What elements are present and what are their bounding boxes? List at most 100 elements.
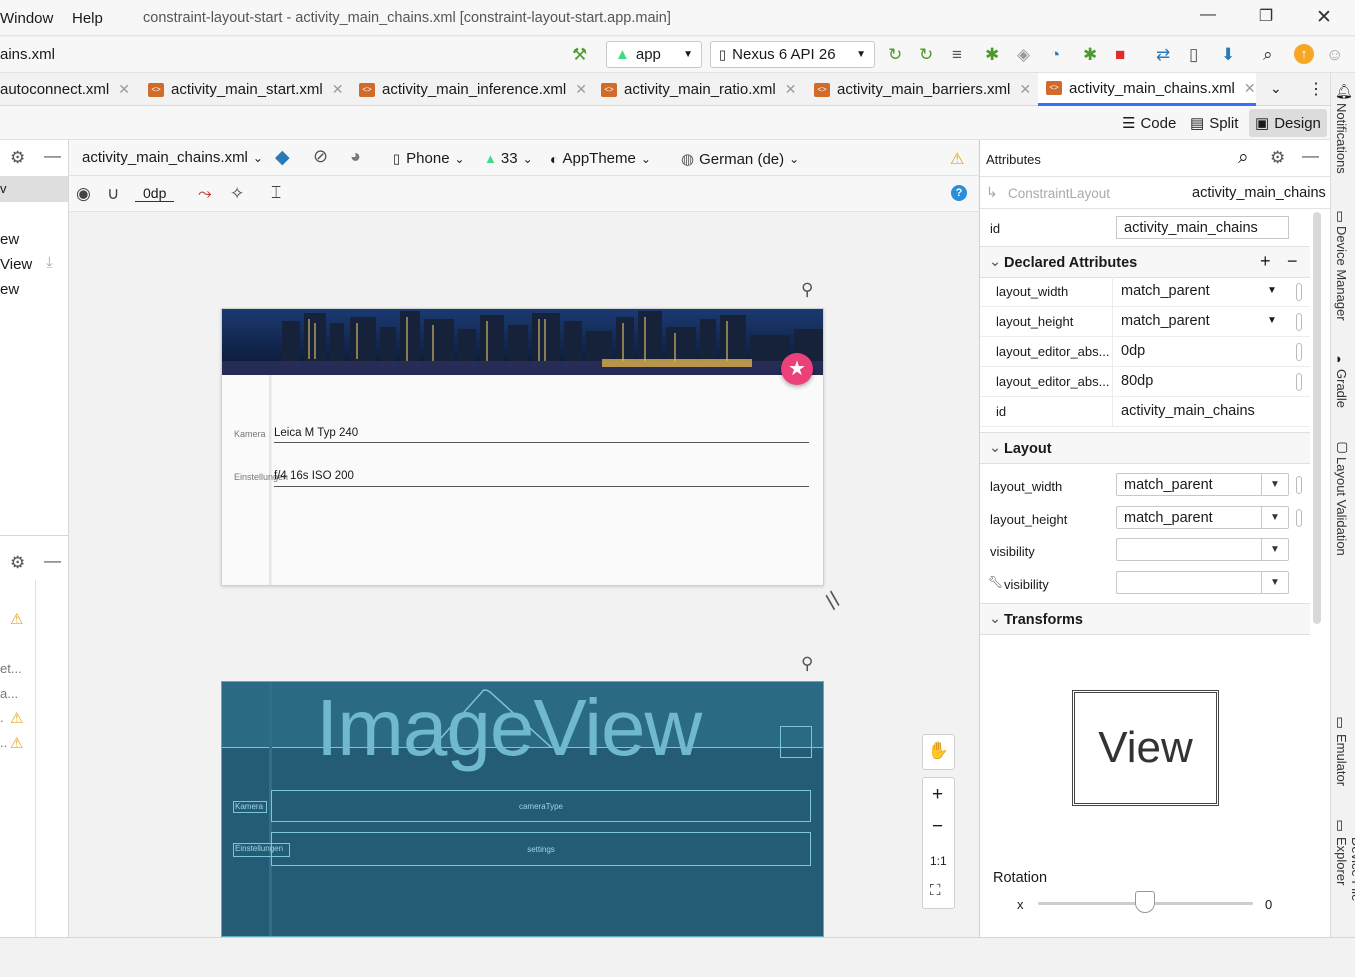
chevron-down-icon[interactable]: ▼ [1267, 315, 1277, 326]
gear-icon[interactable]: ⚙ [1270, 148, 1285, 168]
wrench-icon[interactable]: ⚲ [801, 280, 813, 300]
close-icon[interactable]: ✕ [1311, 6, 1337, 30]
attach-debugger-icon[interactable]: ◈ [1017, 45, 1030, 65]
guidelines-icon[interactable]: ⌶ [271, 183, 281, 203]
design-mode-button[interactable]: ▣ Design [1249, 109, 1327, 137]
zoom-actual-size[interactable]: 1:1 [930, 854, 947, 868]
issue-item[interactable]: a... [0, 686, 18, 701]
tabs-overflow-icon[interactable]: ⌄ [1270, 80, 1282, 97]
design-preview[interactable]: ★ Kamera Leica M Typ 240 Einstellungen f… [221, 308, 824, 586]
resource-picker-icon[interactable] [1296, 343, 1302, 361]
bp-settings-value[interactable]: settings [271, 832, 811, 866]
sdk-manager-icon[interactable]: ⬇ [1221, 45, 1235, 65]
attr-value[interactable]: match_parent [1112, 307, 1310, 337]
favorite-fab[interactable]: ★ [781, 353, 813, 385]
device-file-explorer-tool[interactable]: Device File Explorer [1334, 837, 1355, 953]
gradle-tool[interactable]: Gradle [1334, 369, 1349, 408]
theme-select[interactable]: ◐ AppTheme ⌄ [550, 150, 651, 167]
transforms-section-header[interactable]: ⌄ Transforms [980, 603, 1310, 635]
emulator-tool[interactable]: Emulator [1334, 734, 1349, 786]
device-select[interactable]: ▯ Phone ⌄ [393, 150, 465, 167]
blueprint-fab[interactable] [780, 726, 812, 758]
eye-icon[interactable]: ◉ [76, 184, 91, 204]
hide-icon[interactable]: — [1302, 146, 1319, 166]
tree-item[interactable]: ew [0, 231, 19, 248]
minimize-icon[interactable]: — [1195, 6, 1221, 30]
attr-value[interactable]: activity_main_chains [1112, 397, 1310, 427]
blueprint-preview[interactable]: ImageView Kamera cameraType Einstellunge… [221, 681, 824, 937]
orientation-icon[interactable]: ⊘ [313, 146, 328, 167]
design-surface-layers-icon[interactable]: ◆ [275, 146, 290, 169]
profile-icon[interactable]: ◔ [1050, 45, 1060, 65]
device-select[interactable]: ▯ Nexus 6 API 26 ▼ [710, 41, 875, 68]
locale-select[interactable]: ◍ German (de) ⌄ [681, 150, 799, 169]
gear-icon[interactable]: ⚙ [10, 148, 25, 168]
resize-handle-icon[interactable]: // [820, 587, 847, 614]
resource-picker-icon[interactable] [1296, 283, 1302, 301]
rotation-x-thumb[interactable] [1135, 891, 1155, 913]
hide-icon[interactable]: — [44, 551, 61, 571]
design-canvas[interactable]: ⚲ ★ Kamera Leica M Typ 240 Einstellungen… [69, 212, 978, 937]
device-manager-icon[interactable]: ▯ [1189, 45, 1198, 65]
declared-attributes-header[interactable]: ⌄ Declared Attributes + − [980, 246, 1310, 278]
notifications-tool[interactable]: Notifications [1334, 103, 1349, 174]
wrench-icon[interactable]: ⚲ [801, 654, 813, 674]
menu-window[interactable]: Window [0, 10, 53, 27]
issue-item[interactable]: . [0, 710, 4, 725]
tab-main-chains[interactable]: <> activity_main_chains.xml ✕ [1038, 73, 1256, 106]
pan-button[interactable]: ✋ [922, 734, 955, 770]
issue-item[interactable]: et... [0, 661, 22, 676]
debug-icon[interactable]: ✱ [985, 45, 999, 65]
tab-main-start[interactable]: <> activity_main_start.xml ✕ [148, 73, 343, 106]
declared-row[interactable]: layout_width match_parent ▼ [980, 277, 1310, 307]
search-icon[interactable]: ⌕ [1238, 147, 1249, 169]
search-icon[interactable]: ⌕ [1263, 45, 1273, 65]
resource-picker-icon[interactable] [1296, 313, 1302, 331]
resource-picker-icon[interactable] [1296, 373, 1302, 391]
hide-icon[interactable]: — [44, 146, 61, 166]
chevron-down-icon[interactable]: ▼ [1267, 285, 1277, 296]
close-tab-icon[interactable]: ✕ [1019, 81, 1031, 98]
declared-row[interactable]: layout_height match_parent ▼ [980, 307, 1310, 337]
menu-help[interactable]: Help [72, 10, 103, 27]
apply-code-changes-icon[interactable]: ↻ [919, 45, 933, 65]
visibility-select[interactable]: ▼ [1116, 538, 1289, 561]
build-hammer-icon[interactable]: ⚒ [572, 45, 587, 65]
add-icon[interactable]: + [1260, 251, 1271, 272]
attributes-scrollbar[interactable] [1313, 212, 1321, 624]
attr-value[interactable]: match_parent [1112, 277, 1310, 307]
breadcrumb[interactable]: ains.xml [0, 46, 55, 63]
close-tab-icon[interactable]: ✕ [1244, 80, 1256, 97]
remove-icon[interactable]: − [1287, 251, 1298, 272]
gear-icon[interactable]: ⚙ [10, 553, 25, 573]
tree-item[interactable]: ew [0, 281, 19, 298]
zoom-fit-icon[interactable]: ⛶ [930, 882, 941, 899]
tools-visibility-select[interactable]: ▼ [1116, 571, 1289, 594]
infer-constraints-icon[interactable]: ✧ [230, 184, 244, 204]
clear-constraints-icon[interactable]: ⤳ [198, 184, 212, 204]
id-input[interactable]: activity_main_chains [1116, 216, 1289, 239]
debug-bug-icon[interactable]: ✱ [1083, 45, 1097, 65]
restore-icon[interactable]: ❐ [1253, 6, 1279, 30]
declared-row[interactable]: layout_editor_abs... 0dp [980, 337, 1310, 367]
warning-icon[interactable]: ⚠ [950, 149, 964, 169]
attr-value[interactable]: 80dp [1112, 367, 1310, 397]
resource-picker-icon[interactable] [1296, 509, 1302, 527]
tree-selected-row[interactable]: v [0, 176, 68, 202]
declared-row[interactable]: layout_editor_abs... 80dp [980, 367, 1310, 397]
layout-height-select[interactable]: match_parent ▼ [1116, 506, 1289, 529]
tab-autoconnect[interactable]: autoconnect.xml ✕ [0, 73, 130, 106]
account-icon[interactable]: ☺ [1326, 45, 1343, 65]
close-tab-icon[interactable]: ✕ [332, 81, 344, 98]
tab-main-barriers[interactable]: <> activity_main_barriers.xml ✕ [814, 73, 1031, 106]
tab-main-inference[interactable]: <> activity_main_inference.xml ✕ [359, 73, 587, 106]
api-select[interactable]: ▲ 33 ⌄ [484, 150, 533, 167]
magnet-icon[interactable]: ∪ [107, 184, 119, 204]
split-mode-button[interactable]: ▤ Split [1190, 111, 1238, 135]
night-mode-icon[interactable]: ◕ [350, 146, 361, 167]
resource-picker-icon[interactable] [1296, 476, 1302, 494]
issue-item[interactable]: .. [0, 735, 7, 750]
layout-width-select[interactable]: match_parent ▼ [1116, 473, 1289, 496]
more-icon[interactable]: ⋮ [1308, 79, 1324, 99]
file-select[interactable]: activity_main_chains.xml ⌄ [82, 149, 263, 166]
